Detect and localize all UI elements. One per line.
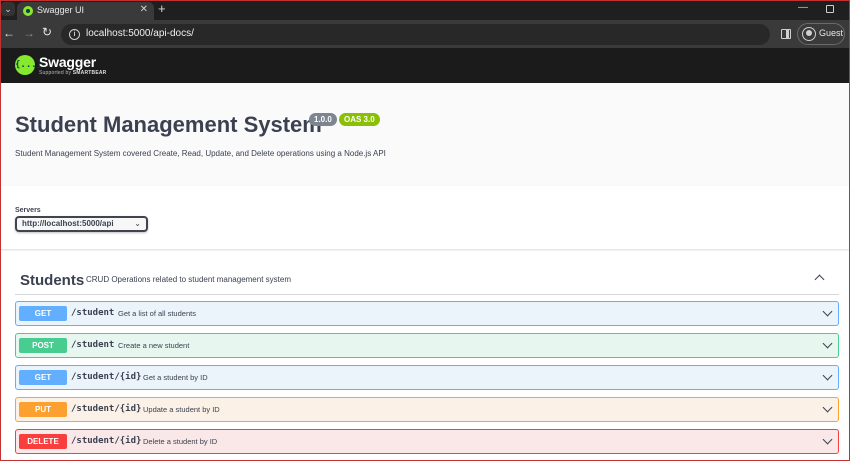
url-input[interactable]: i localhost:5000/api-docs/ xyxy=(61,24,770,45)
method-badge: DELETE xyxy=(19,434,67,449)
operation-get-student[interactable]: GET /student Get a list of all students xyxy=(15,301,839,326)
swagger-favicon-icon xyxy=(23,6,33,16)
operation-path: /student/{id} xyxy=(71,372,142,382)
profile-button[interactable]: Guest xyxy=(797,23,845,45)
oas-badge: OAS 3.0 xyxy=(339,113,380,126)
tag-header-students[interactable]: Students CRUD Operations related to stud… xyxy=(15,263,839,295)
chevron-down-icon[interactable] xyxy=(823,308,831,316)
chevron-down-icon[interactable] xyxy=(823,340,831,348)
operation-summary: Create a new student xyxy=(118,341,190,350)
back-icon[interactable]: ← xyxy=(3,26,15,40)
operation-summary: Delete a student by ID xyxy=(143,437,218,446)
logo-supported-text: Supported by xyxy=(39,70,72,76)
tab-title: Swagger UI xyxy=(37,5,85,15)
operation-get-student-by-id[interactable]: GET /student/{id} Get a student by ID xyxy=(15,365,839,390)
operation-summary: Update a student by ID xyxy=(143,405,220,414)
profile-icon xyxy=(802,27,816,41)
chevron-down-icon: ⌄ xyxy=(134,219,141,228)
method-badge: PUT xyxy=(19,402,67,417)
tab-menu-icon[interactable]: ⌄ xyxy=(1,2,15,16)
reload-icon[interactable]: ↻ xyxy=(42,25,52,39)
operation-summary: Get a student by ID xyxy=(143,373,208,382)
operation-delete-student-by-id[interactable]: DELETE /student/{id} Delete a student by… xyxy=(15,429,839,454)
operation-post-student[interactable]: POST /student Create a new student xyxy=(15,333,839,358)
chevron-up-icon[interactable] xyxy=(815,273,825,283)
chevron-down-icon[interactable] xyxy=(823,436,831,444)
operation-summary: Get a list of all students xyxy=(118,309,196,318)
minimize-icon[interactable]: — xyxy=(798,2,808,13)
operation-path: /student xyxy=(71,308,115,318)
maximize-icon[interactable] xyxy=(826,5,834,13)
chevron-down-icon[interactable] xyxy=(823,372,831,380)
logo-brand-text: SMARTBEAR xyxy=(72,70,107,76)
swagger-logo-subtitle: Supported by SMARTBEAR xyxy=(39,70,107,76)
profile-label: Guest xyxy=(819,28,844,38)
server-select-value: http://localhost:5000/api xyxy=(22,219,114,228)
swagger-logo-text[interactable]: Swagger xyxy=(39,54,96,70)
browser-address-bar: ← → ↻ i localhost:5000/api-docs/ Guest xyxy=(0,20,850,48)
side-panel-icon[interactable] xyxy=(781,29,791,39)
new-tab-button[interactable]: + xyxy=(158,2,166,16)
tab-close-button[interactable]: ✕ xyxy=(140,4,148,15)
chevron-down-icon[interactable] xyxy=(823,404,831,412)
browser-tab-bar: ⌄ Swagger UI ✕ + — xyxy=(0,0,850,20)
servers-section: Servers http://localhost:5000/api ⌄ xyxy=(0,186,850,249)
tag-name[interactable]: Students xyxy=(20,272,84,289)
operation-path: /student/{id} xyxy=(71,404,142,414)
method-badge: GET xyxy=(19,370,67,385)
api-title: Student Management System xyxy=(15,112,322,137)
tag-description: CRUD Operations related to student manag… xyxy=(86,275,291,284)
site-info-icon[interactable]: i xyxy=(69,29,80,40)
url-text[interactable]: localhost:5000/api-docs/ xyxy=(86,28,194,39)
version-badge: 1.0.0 xyxy=(309,113,337,126)
api-description: Student Management System covered Create… xyxy=(15,149,386,158)
api-info: Student Management System 1.0.0 OAS 3.0 … xyxy=(0,83,850,186)
swagger-logo-icon[interactable]: {...} xyxy=(15,55,42,75)
forward-icon[interactable]: → xyxy=(23,26,35,40)
operation-path: /student xyxy=(71,340,115,350)
swagger-topbar: {...} Swagger Supported by SMARTBEAR xyxy=(0,48,850,83)
server-select[interactable]: http://localhost:5000/api ⌄ xyxy=(15,216,148,232)
method-badge: GET xyxy=(19,306,67,321)
operation-path: /student/{id} xyxy=(71,436,142,446)
operation-put-student-by-id[interactable]: PUT /student/{id} Update a student by ID xyxy=(15,397,839,422)
method-badge: POST xyxy=(19,338,67,353)
browser-tab[interactable]: Swagger UI ✕ xyxy=(17,2,154,20)
servers-label: Servers xyxy=(15,207,41,214)
